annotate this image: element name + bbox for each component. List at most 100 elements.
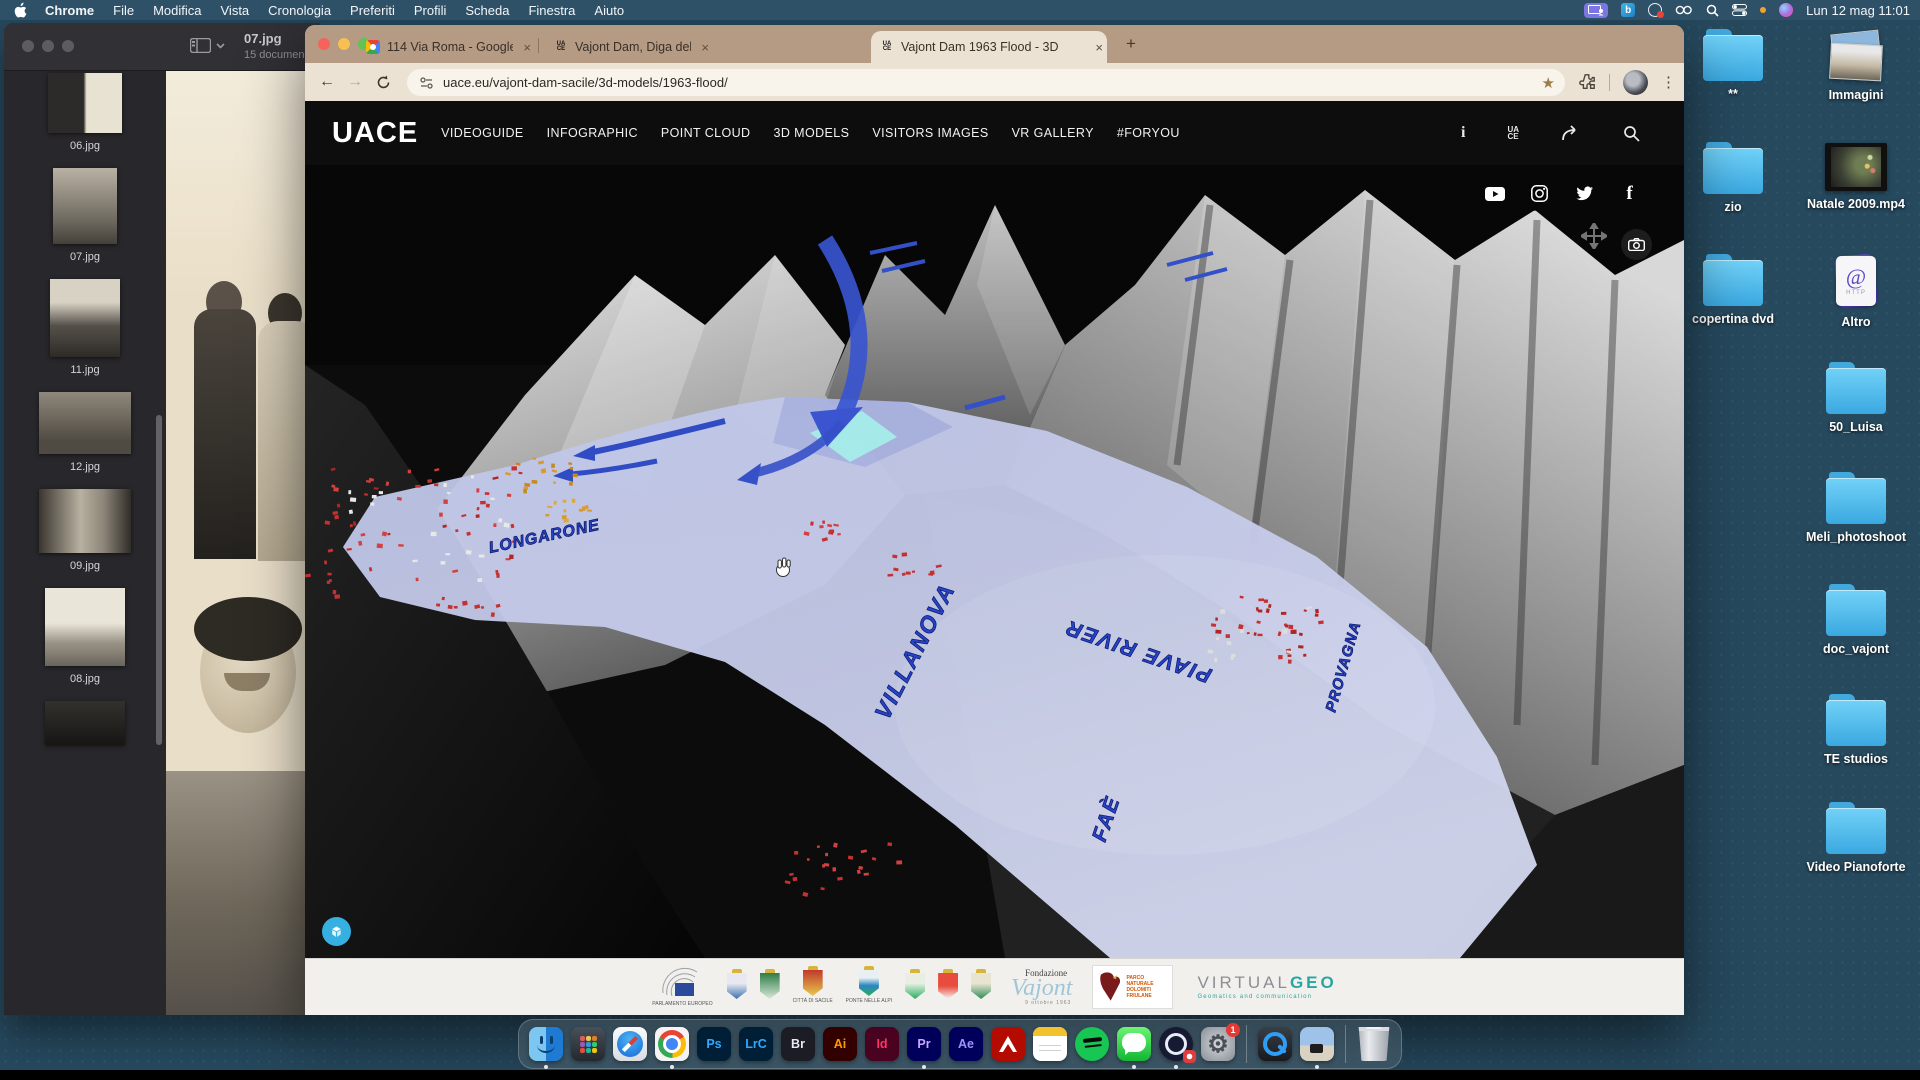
desktop-icon-altro[interactable]: @HTTPAltro — [1781, 253, 1920, 329]
menu-bar-clock[interactable]: Lun 12 mag 11:01 — [1806, 3, 1910, 18]
dock-indesign-icon[interactable]: Id — [865, 1027, 899, 1061]
nav-point-cloud[interactable]: POINT CLOUD — [661, 126, 751, 140]
dock-spotify-icon[interactable] — [1075, 1027, 1109, 1061]
menu-finestra[interactable]: Finestra — [528, 3, 575, 18]
preview-window[interactable]: 06.jpg07.jpg11.jpg12.jpg09.jpg08.jpg 07.… — [4, 23, 320, 1015]
forward-button[interactable]: → — [341, 68, 369, 96]
dock-lightroom-icon[interactable]: LrC — [739, 1027, 773, 1061]
municipal-crest-logo[interactable] — [971, 970, 991, 1004]
thumbnail-09-jpg[interactable] — [39, 489, 131, 553]
dock-notes-icon[interactable] — [1033, 1027, 1067, 1061]
dock-photoshop-icon[interactable]: Ps — [697, 1027, 731, 1061]
dock-safari-icon[interactable] — [613, 1027, 647, 1061]
nav-videoguide[interactable]: VIDEOGUIDE — [441, 126, 524, 140]
display-app-status-icon[interactable]: b — [1621, 3, 1635, 17]
spotlight-search-icon[interactable] — [1706, 4, 1719, 17]
dock-illustrator-icon[interactable]: Ai — [823, 1027, 857, 1061]
search-icon[interactable] — [1623, 125, 1640, 142]
address-bar[interactable]: uace.eu/vajont-dam-sacile/3d-models/1963… — [407, 69, 1565, 96]
extensions-icon[interactable] — [1578, 73, 1596, 91]
instagram-icon[interactable] — [1522, 176, 1557, 211]
preview-scrollbar[interactable] — [156, 415, 162, 745]
tab-google-maps[interactable]: 114 Via Roma - Google Maps × — [357, 31, 535, 63]
new-tab-button[interactable]: + — [1120, 33, 1142, 55]
close-tab-icon[interactable]: × — [519, 40, 535, 55]
dock-trash-icon[interactable] — [1357, 1027, 1391, 1061]
bookmark-star-icon[interactable]: ★ — [1542, 74, 1555, 92]
screenshot-camera-icon[interactable] — [1621, 229, 1652, 260]
desktop-icon-immagini[interactable]: Immagini — [1781, 30, 1920, 102]
sidebar-toggle-icon[interactable] — [190, 38, 225, 53]
youtube-icon[interactable] — [1477, 176, 1512, 211]
profile-avatar[interactable] — [1623, 70, 1648, 95]
desktop-icon-natale-2009-mp4[interactable]: Natale 2009.mp4 — [1781, 143, 1920, 211]
thumbnail-11-jpg[interactable] — [50, 279, 120, 357]
dock-preview-icon[interactable] — [1300, 1027, 1334, 1061]
preview-titlebar[interactable]: 07.jpg 15 documen — [4, 23, 320, 71]
dock-quicktime-icon[interactable] — [1258, 1027, 1292, 1061]
screen-mirroring-status-icon[interactable] — [1584, 3, 1608, 18]
menu-scheda[interactable]: Scheda — [465, 3, 509, 18]
nav-infographic[interactable]: INFOGRAPHIC — [547, 126, 638, 140]
municipal-crest-logo[interactable] — [727, 970, 747, 1004]
pan-move-icon[interactable] — [1581, 223, 1607, 254]
dock-bridge-icon[interactable]: Br — [781, 1027, 815, 1061]
thumbnail-12-jpg[interactable] — [39, 392, 131, 454]
menu-cronologia[interactable]: Cronologia — [268, 3, 331, 18]
desktop-icon-meli-photoshoot[interactable]: Meli_photoshoot — [1781, 478, 1920, 544]
apple-menu-icon[interactable] — [14, 2, 29, 18]
dock-aftereffects-icon[interactable]: Ae — [949, 1027, 983, 1061]
share-icon[interactable] — [1561, 125, 1581, 141]
minimize-window-button[interactable] — [338, 38, 350, 50]
uace-mini-logo-icon[interactable]: UACE — [1507, 126, 1519, 140]
dock-premiere-icon[interactable]: Pr — [907, 1027, 941, 1061]
uace-logo[interactable]: UACE — [332, 117, 418, 150]
menu-modifica[interactable]: Modifica — [153, 3, 201, 18]
menu-file[interactable]: File — [113, 3, 134, 18]
parco-dolomiti-logo[interactable]: PARCO NATURALE DOLOMITI FRIULANE — [1092, 965, 1173, 1009]
info-icon[interactable]: i — [1461, 124, 1465, 142]
municipal-crest-logo[interactable]: CITTÀ DI SACILE — [793, 970, 833, 1004]
desktop-icon-doc-vajont[interactable]: doc_vajont — [1781, 590, 1920, 656]
screen-recording-status-icon[interactable] — [1648, 3, 1662, 17]
dock-finder-icon[interactable] — [529, 1027, 563, 1061]
nav-visitors-images[interactable]: VISITORS IMAGES — [872, 126, 988, 140]
preview-window-controls[interactable] — [22, 40, 74, 52]
nav-foryou[interactable]: #FORYOU — [1117, 126, 1180, 140]
menu-vista[interactable]: Vista — [221, 3, 250, 18]
browser-menu-icon[interactable]: ⋮ — [1661, 73, 1676, 91]
municipal-crest-logo[interactable] — [760, 970, 780, 1004]
menu-preferiti[interactable]: Preferiti — [350, 3, 395, 18]
thumbnail-08-jpg[interactable] — [45, 588, 125, 666]
thumbnail-07-jpg[interactable] — [53, 168, 117, 244]
back-button[interactable]: ← — [313, 68, 341, 96]
virtualgeo-logo[interactable]: VIRTUALGEO Geomatics and communication — [1197, 974, 1336, 1000]
reload-button[interactable] — [369, 68, 397, 96]
close-window-button[interactable] — [318, 38, 330, 50]
municipal-crest-logo[interactable] — [938, 970, 958, 1004]
control-center-icon[interactable] — [1732, 4, 1747, 16]
sketchfab-logo-icon[interactable] — [322, 917, 351, 946]
menu-profili[interactable]: Profili — [414, 3, 447, 18]
close-tab-icon[interactable]: × — [1091, 40, 1107, 55]
link-status-icon[interactable] — [1675, 5, 1693, 15]
desktop-icon-50-luisa[interactable]: 50_Luisa — [1781, 368, 1920, 434]
nav-3d-models[interactable]: 3D MODELS — [774, 126, 850, 140]
desktop-icon-video-pianoforte[interactable]: Video Pianoforte — [1781, 808, 1920, 874]
3d-terrain-scene[interactable]: LONGARONEVILLANOVAPIAVE RIVERFAÈPROVAGNA — [305, 165, 1684, 958]
3d-viewer[interactable]: LONGARONEVILLANOVAPIAVE RIVERFAÈPROVAGNA… — [305, 165, 1684, 958]
municipal-crest-logo[interactable]: PONTE NELLE ALPI — [846, 970, 892, 1004]
dock-launchpad-icon[interactable] — [571, 1027, 605, 1061]
dock-messages-icon[interactable] — [1117, 1027, 1151, 1061]
desktop-icon-te-studios[interactable]: TE studios — [1781, 700, 1920, 766]
dock-chrome-icon[interactable] — [655, 1027, 689, 1061]
facebook-icon[interactable]: f — [1612, 176, 1647, 211]
site-info-icon[interactable] — [419, 77, 434, 89]
menu-aiuto[interactable]: Aiuto — [594, 3, 624, 18]
thumbnail-06-jpg[interactable] — [48, 73, 122, 133]
menu-chrome[interactable]: Chrome — [45, 3, 94, 18]
tab-1963-flood-active[interactable]: UACE Vajont Dam 1963 Flood - 3D × — [871, 31, 1107, 63]
thumbnail-partial[interactable] — [45, 701, 125, 745]
siri-icon[interactable] — [1779, 3, 1793, 17]
dock-acrobat-icon[interactable] — [991, 1027, 1025, 1061]
